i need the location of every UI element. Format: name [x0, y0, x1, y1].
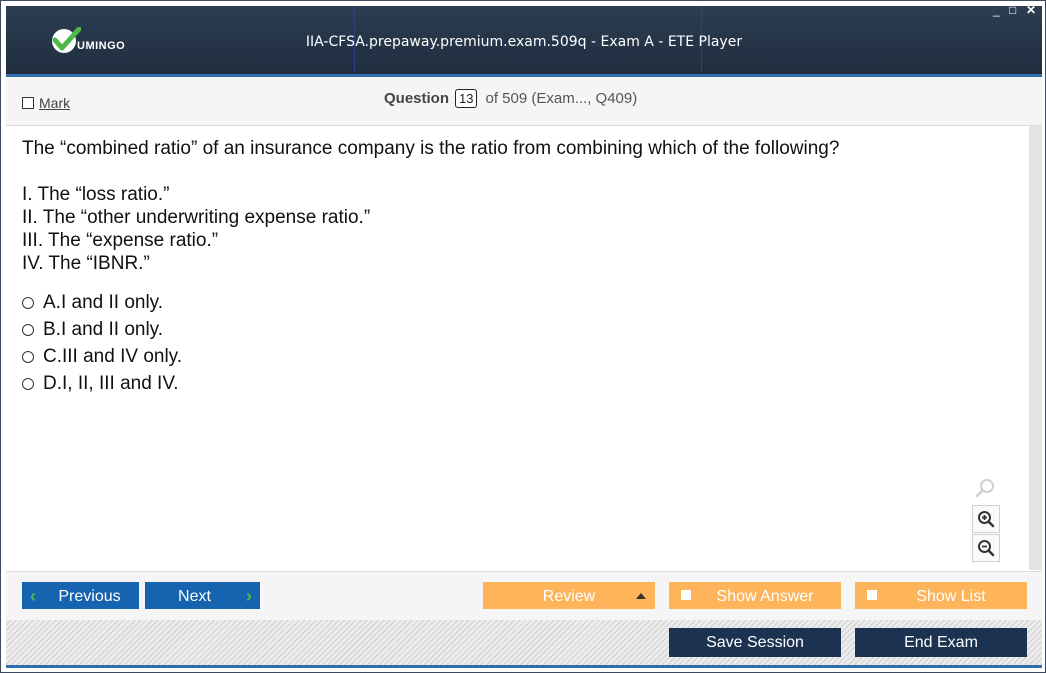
option-letter: B.: [43, 318, 61, 340]
statement-line: I. The “loss ratio.”: [22, 184, 170, 205]
zoom-in-icon[interactable]: [972, 505, 1000, 533]
question-number-input[interactable]: 13: [455, 89, 478, 108]
question-header: Mark Question 13 of 509 (Exam..., Q409): [6, 77, 1042, 126]
vertical-scrollbar[interactable]: [1029, 126, 1042, 570]
option-d[interactable]: D. I, II, III and IV.: [22, 370, 182, 397]
question-counter: Question 13 of 509 (Exam..., Q409): [384, 89, 637, 108]
ete-player-window: UMINGO IIA-CFSA.prepaway.premium.exam.50…: [0, 0, 1046, 673]
minimize-icon[interactable]: _: [993, 3, 1000, 17]
radio-button[interactable]: [22, 296, 34, 309]
save-session-button[interactable]: Save Session: [669, 628, 841, 657]
question-label: Question: [384, 90, 450, 107]
mark-checkbox[interactable]: Mark: [22, 95, 70, 111]
statement-line: IV. The “IBNR.”: [22, 253, 150, 274]
option-letter: C.: [43, 345, 62, 367]
option-letter: A.: [43, 291, 61, 313]
show-answer-label: Show Answer: [716, 588, 814, 605]
zoom-out-icon[interactable]: [972, 534, 1000, 562]
window-title: IIA-CFSA.prepaway.premium.exam.509q - Ex…: [305, 34, 743, 50]
chevron-right-icon: ›: [246, 586, 252, 606]
question-content: The “combined ratio” of an insurance com…: [6, 126, 1029, 570]
option-a[interactable]: A. I and II only.: [22, 289, 182, 316]
answer-options: A. I and II only. B. I and II only. C. I…: [22, 289, 182, 397]
show-answer-checkbox[interactable]: [681, 590, 691, 600]
next-button[interactable]: Next ›: [145, 582, 260, 609]
show-answer-button[interactable]: Show Answer: [669, 582, 841, 609]
navigation-bar: ‹ Previous Next › Review Show Answer Sho…: [6, 571, 1042, 621]
radio-button[interactable]: [22, 323, 34, 336]
review-button[interactable]: Review: [483, 582, 655, 609]
option-c[interactable]: C. III and IV only.: [22, 343, 182, 370]
end-exam-button[interactable]: End Exam: [855, 628, 1027, 657]
question-stem: The “combined ratio” of an insurance com…: [22, 138, 840, 159]
statement-list: I. The “loss ratio.” II. The “other unde…: [22, 183, 370, 275]
option-b[interactable]: B. I and II only.: [22, 316, 182, 343]
radio-button[interactable]: [22, 377, 34, 390]
review-label: Review: [542, 588, 596, 605]
mark-label: Mark: [39, 95, 71, 111]
next-label: Next: [178, 588, 211, 605]
option-text: I and II only.: [60, 291, 164, 313]
previous-label: Previous: [58, 588, 121, 605]
show-list-label: Show List: [916, 588, 986, 605]
search-icon[interactable]: [972, 475, 998, 501]
footer-bar: Save Session End Exam: [6, 620, 1042, 665]
maximize-icon[interactable]: □: [1009, 3, 1016, 17]
option-text: I and II only.: [60, 318, 164, 340]
radio-button[interactable]: [22, 350, 34, 363]
show-list-button[interactable]: Show List: [855, 582, 1027, 609]
option-letter: D.: [43, 372, 62, 394]
triangle-up-icon[interactable]: [636, 593, 646, 599]
statement-line: II. The “other underwriting expense rati…: [22, 207, 371, 228]
option-text: I, II, III and IV.: [62, 372, 179, 394]
question-of-text: of 509 (Exam..., Q409): [485, 90, 638, 107]
chevron-left-icon: ‹: [30, 586, 36, 606]
statement-line: III. The “expense ratio.”: [22, 230, 219, 251]
show-list-checkbox[interactable]: [867, 590, 877, 600]
close-icon[interactable]: ✕: [1026, 3, 1036, 17]
previous-button[interactable]: ‹ Previous: [22, 582, 139, 609]
bottom-accent-line: [6, 665, 1042, 668]
title-bar: UMINGO IIA-CFSA.prepaway.premium.exam.50…: [6, 6, 1042, 77]
option-text: III and IV only.: [62, 345, 183, 367]
mark-box[interactable]: [22, 97, 34, 109]
